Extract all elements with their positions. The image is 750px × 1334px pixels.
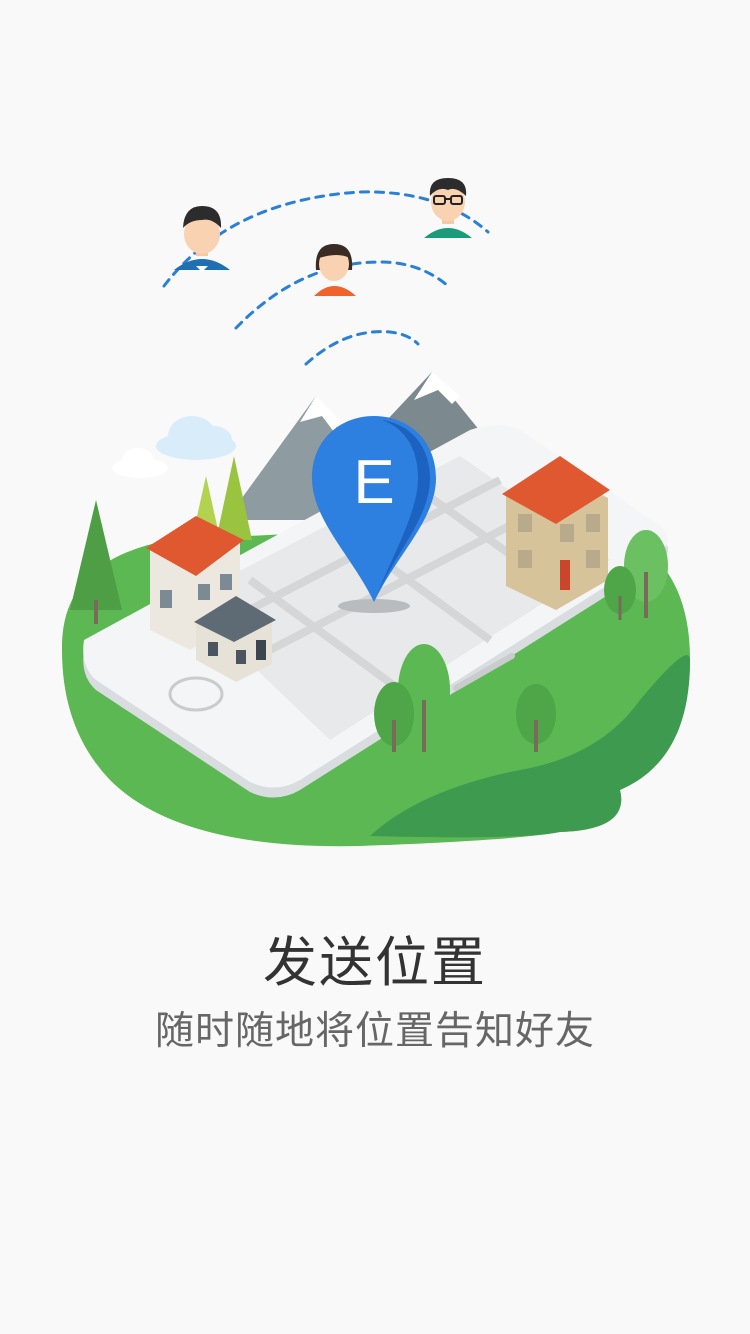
onboarding-illustration: E	[61, 178, 690, 847]
user-avatar-girl-icon	[314, 244, 356, 296]
page-title: 发送位置	[263, 931, 487, 994]
user-avatar-glasses-icon	[424, 178, 472, 238]
page-subtitle: 随时随地将位置告知好友	[154, 1009, 595, 1054]
pin-letter: E	[353, 448, 394, 517]
user-avatar-boy-icon	[174, 206, 230, 272]
cloud-icon	[112, 416, 236, 478]
